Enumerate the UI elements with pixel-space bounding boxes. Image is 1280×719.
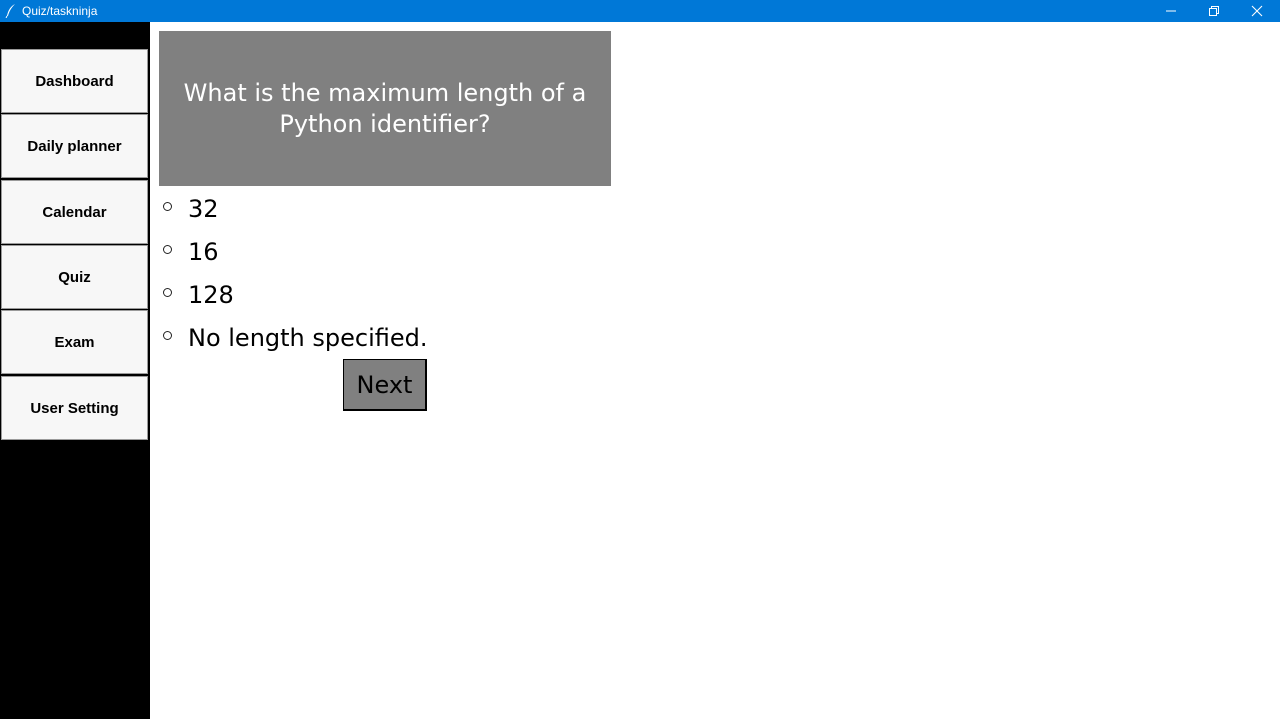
window-title: Quiz/taskninja bbox=[22, 4, 98, 18]
sidebar-item-user-setting[interactable]: User Setting bbox=[1, 376, 148, 440]
next-button[interactable]: Next bbox=[343, 359, 427, 411]
sidebar-item-exam[interactable]: Exam bbox=[1, 310, 148, 374]
restore-icon bbox=[1209, 6, 1219, 16]
answer-option-label: No length specified. bbox=[188, 324, 428, 352]
minimize-icon bbox=[1166, 10, 1176, 12]
radio-button[interactable] bbox=[163, 244, 172, 254]
sidebar-item-label: Exam bbox=[54, 333, 95, 351]
sidebar-item-calendar[interactable]: Calendar bbox=[1, 180, 148, 244]
sidebar-item-label: User Setting bbox=[30, 399, 119, 417]
answer-option-label: 32 bbox=[188, 195, 219, 223]
answer-option[interactable]: 128 bbox=[163, 279, 234, 311]
next-button-label: Next bbox=[356, 370, 413, 399]
sidebar-item-daily-planner[interactable]: Daily planner bbox=[1, 114, 148, 178]
sidebar-item-quiz[interactable]: Quiz bbox=[1, 245, 148, 309]
feather-icon bbox=[5, 4, 15, 18]
minimize-button[interactable] bbox=[1149, 0, 1193, 22]
sidebar-item-label: Dashboard bbox=[35, 72, 114, 90]
close-button[interactable] bbox=[1235, 0, 1279, 22]
radio-button[interactable] bbox=[163, 287, 172, 297]
sidebar-item-label: Daily planner bbox=[27, 137, 122, 155]
answer-option[interactable]: No length specified. bbox=[163, 322, 428, 354]
restore-button[interactable] bbox=[1192, 0, 1236, 22]
sidebar-item-dashboard[interactable]: Dashboard bbox=[1, 49, 148, 113]
answer-option[interactable]: 16 bbox=[163, 236, 219, 268]
radio-button[interactable] bbox=[163, 201, 172, 211]
question-text: What is the maximum length of a Python i… bbox=[183, 78, 587, 138]
answer-option[interactable]: 32 bbox=[163, 193, 219, 225]
answer-option-label: 128 bbox=[188, 281, 234, 309]
close-icon bbox=[1251, 5, 1263, 17]
answer-option-label: 16 bbox=[188, 238, 219, 266]
title-bar: Quiz/taskninja bbox=[0, 0, 1280, 22]
radio-button[interactable] bbox=[163, 330, 172, 340]
sidebar: Dashboard Daily planner Calendar Quiz Ex… bbox=[0, 22, 150, 719]
sidebar-item-label: Calendar bbox=[42, 203, 107, 221]
question-box: What is the maximum length of a Python i… bbox=[159, 31, 611, 186]
sidebar-item-label: Quiz bbox=[58, 268, 91, 286]
